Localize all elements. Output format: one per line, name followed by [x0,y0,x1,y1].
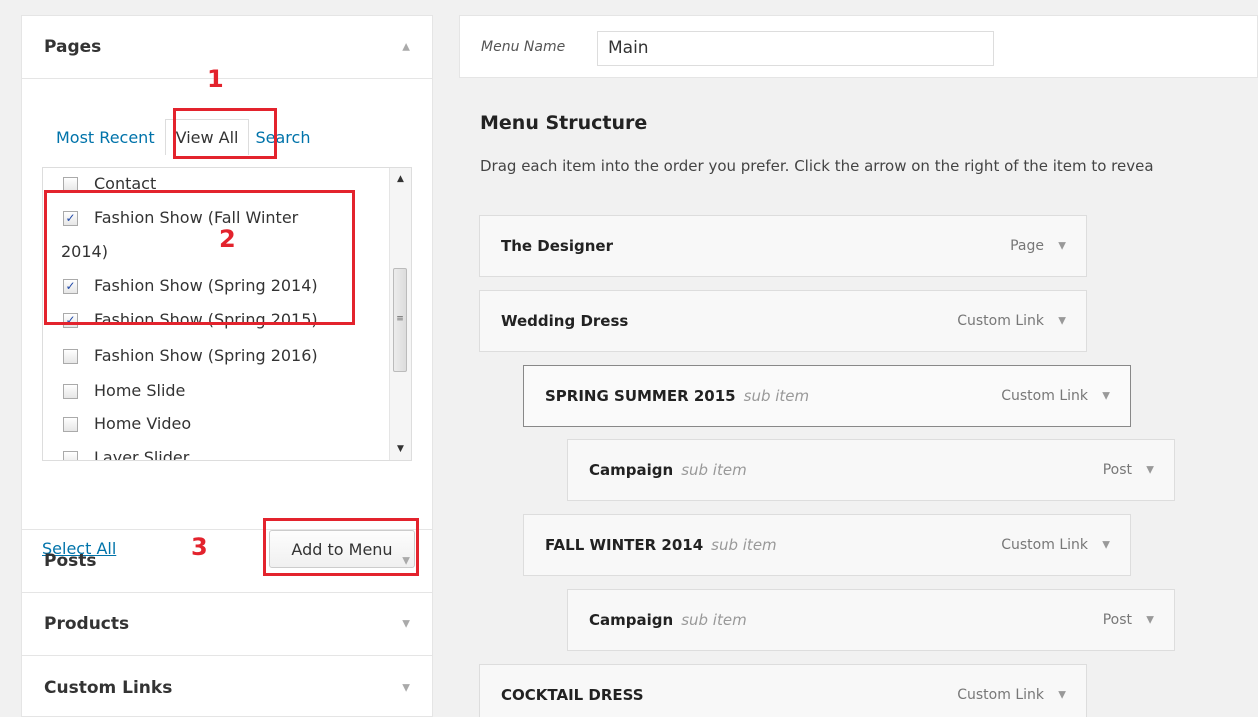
list-item-label: Layer Slider [94,448,190,461]
menu-item-type: Custom Link [957,313,1044,329]
list-item-label: Fashion Show (Spring 2016) [94,346,318,365]
triangle-down-icon[interactable]: ▼ [402,619,410,630]
menu-name-label: Menu Name [481,39,566,55]
menu-item-title: COCKTAIL DRESS [501,686,644,704]
menu-item-type: Post [1102,612,1132,628]
triangle-down-icon[interactable]: ▼ [1058,690,1066,701]
posts-section-header[interactable]: Posts ▼ [22,530,432,593]
annotation-number-1: 1 [207,65,224,93]
menu-item[interactable]: Campaign sub item Post ▼ [567,589,1175,651]
menu-item[interactable]: FALL WINTER 2014 sub item Custom Link ▼ [523,514,1131,576]
custom-links-section-title: Custom Links [44,677,173,698]
menu-item-type: Page [1010,238,1044,254]
add-menu-items-panel: Pages ▲ 1 Most Recent View All Search Co… [21,15,433,717]
triangle-down-icon[interactable]: ▼ [402,682,410,693]
checklist-scrollbar[interactable]: ▲ ≡ ▼ [389,168,411,460]
menu-item-title: The Designer [501,237,613,255]
menu-item-title: SPRING SUMMER 2015 [545,387,736,405]
list-item[interactable]: Layer Slider [63,442,353,461]
products-section-header[interactable]: Products ▼ [22,593,432,656]
list-item[interactable]: Fashion Show (Spring 2016) [63,340,353,372]
annotation-box-view-all [173,108,277,159]
menu-item-title: Wedding Dress [501,312,629,330]
menu-edit-panel: Menu Name Main Menu Structure Drag each … [459,15,1258,717]
pages-section-body: 1 Most Recent View All Search Contact ✓ … [22,65,432,576]
menu-item-sub-label: sub item [743,387,810,405]
menu-item[interactable]: COCKTAIL DRESS Custom Link ▼ [479,664,1087,717]
tab-most-recent[interactable]: Most Recent [56,120,155,155]
menu-structure-description: Drag each item into the order you prefer… [480,157,1154,175]
menu-item-type: Post [1102,462,1132,478]
triangle-down-icon[interactable]: ▼ [1146,465,1154,476]
annotation-number-2: 2 [219,225,236,253]
annotation-box-checked-items [44,190,355,325]
triangle-down-icon[interactable]: ▼ [1102,540,1110,551]
checkbox[interactable] [63,451,78,460]
menu-item[interactable]: SPRING SUMMER 2015 sub item Custom Link … [523,365,1131,427]
checkbox[interactable] [63,417,78,432]
list-item[interactable]: Home Video [63,408,353,440]
menu-item[interactable]: Wedding Dress Custom Link ▼ [479,290,1087,352]
triangle-down-icon[interactable]: ▼ [1058,316,1066,327]
checkbox[interactable] [63,349,78,364]
menu-item[interactable]: Campaign sub item Post ▼ [567,439,1175,501]
menu-item-title: Campaign [589,611,674,629]
menu-item-sub-label: sub item [711,536,777,554]
scroll-thumb[interactable]: ≡ [393,268,407,372]
menu-structure-title: Menu Structure [480,112,648,134]
pages-section-header[interactable]: Pages ▲ [22,16,432,79]
custom-links-section-header[interactable]: Custom Links ▼ [22,656,432,717]
triangle-down-icon[interactable]: ▼ [1058,241,1066,252]
menu-item-type: Custom Link [1001,388,1088,404]
checkbox[interactable] [63,384,78,399]
menu-item-sub-label: sub item [681,611,747,629]
menu-item-title: FALL WINTER 2014 [545,536,704,554]
menu-item-type: Custom Link [1001,537,1088,553]
triangle-down-icon[interactable]: ▼ [1146,615,1154,626]
posts-section-title: Posts [44,551,97,571]
list-item-label: Home Slide [94,381,186,400]
triangle-up-icon[interactable]: ▲ [402,42,410,53]
menu-item[interactable]: The Designer Page ▼ [479,215,1087,277]
scroll-up-arrow-icon[interactable]: ▲ [390,174,411,184]
triangle-down-icon[interactable]: ▼ [1102,391,1110,402]
scroll-down-arrow-icon[interactable]: ▼ [390,444,411,454]
pages-section-title: Pages [44,37,102,57]
list-item[interactable]: Home Slide [63,375,353,407]
menu-header: Menu Name Main [459,15,1258,78]
menu-item-type: Custom Link [957,687,1044,703]
menu-item-sub-label: sub item [681,461,747,479]
menu-name-input[interactable]: Main [597,31,994,66]
list-item-label: Home Video [94,414,192,433]
products-section-title: Products [44,614,130,634]
triangle-down-icon[interactable]: ▼ [402,556,410,567]
menu-item-title: Campaign [589,461,674,479]
